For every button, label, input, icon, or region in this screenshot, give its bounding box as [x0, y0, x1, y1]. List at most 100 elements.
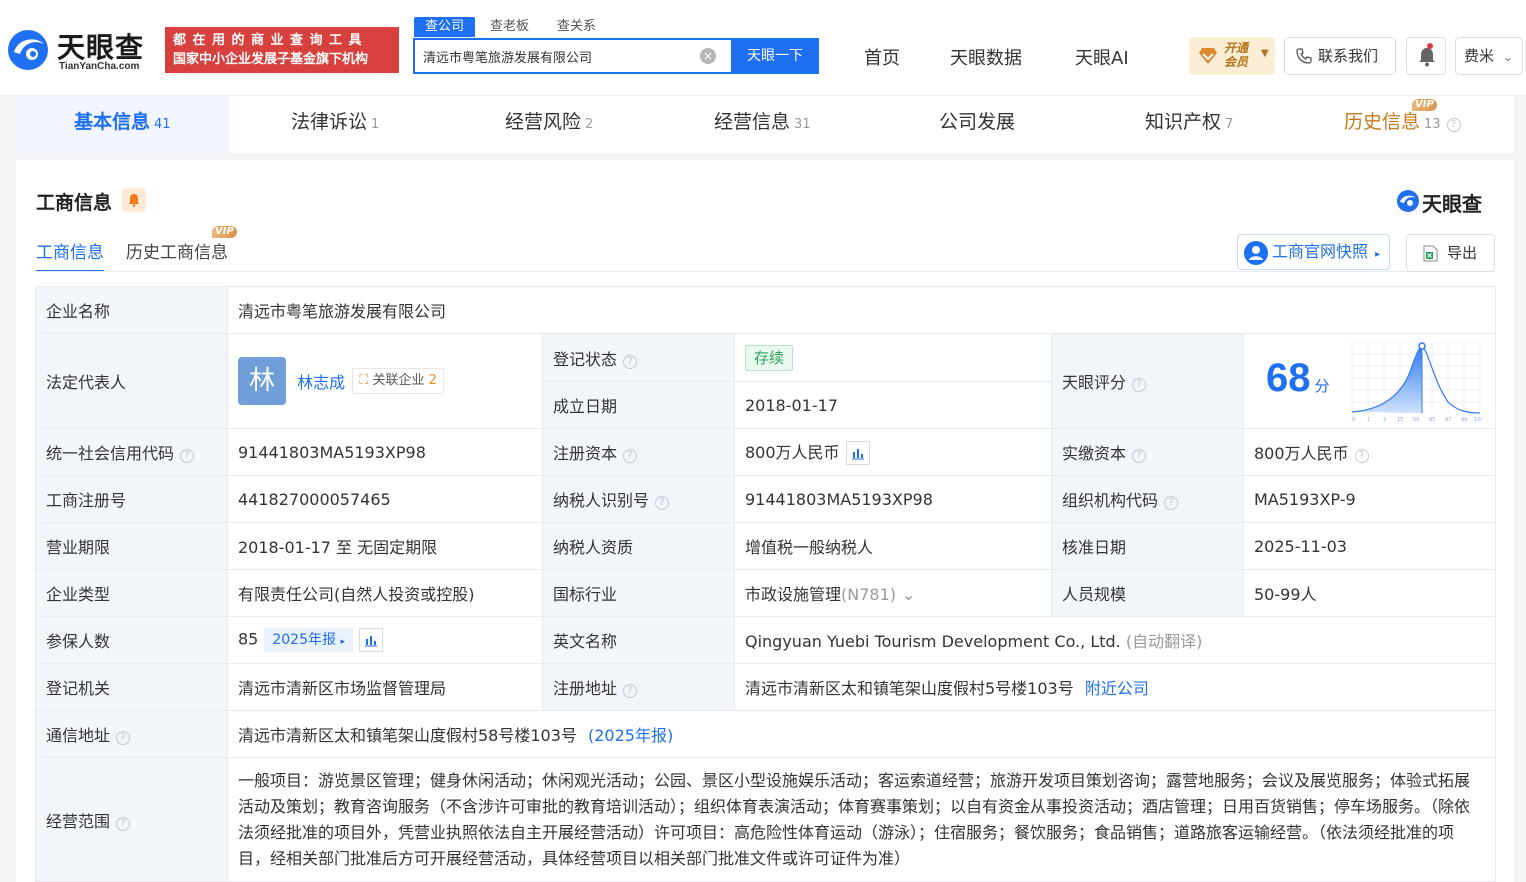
rating-cell[interactable]: 68 分 0 1 3 15 50 85 97 99 10	[1242, 333, 1497, 429]
registered-address: 清远市清新区太和镇笔架山度假村5号楼103号	[745, 679, 1074, 698]
tab-operation[interactable]: 经营信息 31	[714, 96, 811, 153]
tab-label: 知识产权	[1145, 111, 1222, 133]
open-vip-button[interactable]: 开通 会员 ▼	[1189, 37, 1275, 75]
tab-history[interactable]: 历史信息 13?	[1344, 96, 1461, 153]
nearby-companies-link[interactable]: 附近公司	[1085, 679, 1149, 698]
tab-label: 经营风险	[505, 111, 582, 133]
top-bar: 天眼查 TianYanCha.com 都在用的商业查询工具 国家中小企业发展子基…	[0, 0, 1526, 96]
annual-report-badge[interactable]: 2025年报 ▸	[264, 628, 353, 652]
notification-button[interactable]	[1406, 37, 1446, 75]
help-icon[interactable]: ?	[1446, 118, 1461, 132]
related-companies-badge[interactable]: ⛶ 关联企业 2	[352, 368, 444, 394]
search-input[interactable]	[423, 40, 698, 72]
help-icon[interactable]: ?	[180, 449, 195, 463]
search-tab-boss[interactable]: 查老板	[490, 17, 529, 37]
help-icon[interactable]: ?	[623, 684, 638, 698]
field-label: 英文名称	[542, 616, 735, 664]
insured-count: 85	[238, 629, 259, 649]
subtab-history-business[interactable]: 历史工商信息	[126, 238, 228, 272]
field-label: 企业类型	[35, 569, 228, 617]
help-icon[interactable]: ?	[623, 449, 638, 463]
table-row: 参保人数 85 2025年报 ▸ 英文名称 Qingyuan Yuebi Tour…	[35, 616, 1497, 664]
legal-rep-name[interactable]: 林志成	[297, 373, 345, 392]
paid-capital: 800万人民币	[1254, 444, 1349, 463]
chart-icon[interactable]	[358, 628, 383, 652]
table-row: 企业类型 有限责任公司(自然人投资或控股) 国标行业 市政设施管理(N781) ⌄…	[35, 569, 1497, 617]
search-tab-company[interactable]: 查公司	[414, 17, 476, 37]
field-label-text: 组织机构代码	[1062, 491, 1159, 510]
field-label-text: 天眼评分	[1062, 373, 1127, 392]
field-label: 人员规模	[1051, 569, 1244, 617]
mailing-address: 清远市清新区太和镇笔架山度假村58号楼103号	[238, 726, 577, 745]
help-icon[interactable]: ?	[1164, 496, 1179, 510]
vip-label-line-1: 开通	[1224, 41, 1249, 55]
field-label: 统一社会信用代码?	[35, 428, 228, 476]
table-row: 工商注册号 441827000057465 纳税人识别号? 91441803MA…	[35, 475, 1497, 523]
help-icon[interactable]: ?	[1354, 449, 1369, 463]
help-icon[interactable]: ?	[116, 731, 131, 745]
field-label: 通信地址?	[35, 710, 228, 758]
tab-count: 2	[585, 117, 594, 132]
tab-count: 1	[371, 117, 380, 132]
axis-tick: 3	[1383, 417, 1386, 422]
field-label: 成立日期	[542, 381, 735, 429]
score-value: 68	[1266, 356, 1311, 400]
industry-cell[interactable]: 市政设施管理(N781) ⌄	[734, 569, 1052, 617]
help-icon[interactable]: ?	[1132, 378, 1147, 392]
tab-basic-info[interactable]: 基本信息 41	[74, 96, 171, 153]
unread-dot	[1427, 43, 1433, 49]
nav-data[interactable]: 天眼数据	[950, 44, 1022, 70]
axis-tick: 50	[1413, 417, 1419, 422]
field-label-text: 实缴资本	[1062, 444, 1127, 463]
clear-icon[interactable]: ×	[700, 48, 716, 64]
help-icon[interactable]: ?	[116, 816, 131, 831]
english-name: Qingyuan Yuebi Tourism Development Co., …	[745, 632, 1121, 651]
annual-report-link[interactable]: (2025年报)	[588, 726, 673, 745]
nav-home[interactable]: 首页	[864, 44, 900, 70]
help-icon[interactable]: ?	[1132, 449, 1147, 463]
chart-icon[interactable]	[845, 441, 870, 466]
logo[interactable]: 天眼查 TianYanCha.com	[6, 26, 156, 76]
excel-icon	[1423, 245, 1438, 262]
tianyancha-logo-icon	[1397, 190, 1419, 212]
tab-ip[interactable]: 知识产权 7	[1145, 96, 1233, 153]
slogan-line-2: 国家中小企业发展子基金旗下机构	[173, 52, 369, 67]
insured-cell: 85 2025年报 ▸	[227, 616, 543, 664]
snapshot-label: 工商官网快照	[1272, 242, 1369, 261]
tab-development[interactable]: 公司发展	[939, 96, 1019, 153]
field-label: 参保人数	[35, 616, 228, 664]
tab-label: 经营信息	[714, 111, 791, 133]
credit-code: 91441803MA5193XP98	[227, 428, 543, 476]
logo-text: 天眼查	[57, 31, 145, 64]
subtab-business-info[interactable]: 工商信息	[36, 238, 104, 272]
mailing-address-cell: 清远市清新区太和镇笔架山度假村58号楼103号 (2025年报)	[226, 710, 1497, 758]
help-icon[interactable]: ?	[623, 354, 638, 369]
field-label: 企业名称	[35, 286, 228, 334]
avatar[interactable]: 林	[238, 357, 286, 405]
tab-risk[interactable]: 经营风险 2	[505, 96, 593, 153]
user-icon	[1244, 241, 1268, 265]
taxpayer-id: 91441803MA5193XP98	[734, 475, 1052, 523]
tab-label: 历史信息	[1344, 111, 1421, 133]
contact-us-button[interactable]: 联系我们	[1284, 37, 1396, 75]
help-icon[interactable]: ?	[655, 496, 670, 510]
axis-tick: 85	[1429, 417, 1435, 422]
score-distribution-chart: 0 1 3 15 50 85 97 99 100	[1350, 342, 1482, 422]
tab-legal[interactable]: 法律诉讼 1	[291, 96, 379, 153]
table-row: 统一社会信用代码? 91441803MA5193XP98 注册资本? 800万人…	[35, 428, 1497, 476]
field-label: 注册资本?	[542, 428, 735, 476]
user-menu-button[interactable]: 费米 ⌄	[1455, 37, 1523, 75]
subscribe-button[interactable]	[122, 188, 146, 212]
divider	[36, 271, 1494, 272]
industry: 市政设施管理	[745, 585, 842, 604]
score-display: 68 分	[1266, 356, 1330, 401]
export-button[interactable]: 导出	[1406, 234, 1495, 272]
company-type: 有限责任公司(自然人投资或控股)	[227, 569, 543, 617]
official-snapshot-button[interactable]: 工商官网快照 ▸	[1237, 234, 1390, 270]
nav-ai[interactable]: 天眼AI	[1075, 44, 1129, 70]
search-tab-relation[interactable]: 查关系	[557, 17, 596, 37]
search-button[interactable]: 天眼一下	[731, 38, 819, 74]
tab-count: 41	[154, 117, 171, 132]
chevron-right-icon: ▸	[340, 637, 345, 647]
table-row: 登记机关 清远市清新区市场监督管理局 注册地址? 清远市清新区太和镇笔架山度假村…	[35, 663, 1497, 711]
